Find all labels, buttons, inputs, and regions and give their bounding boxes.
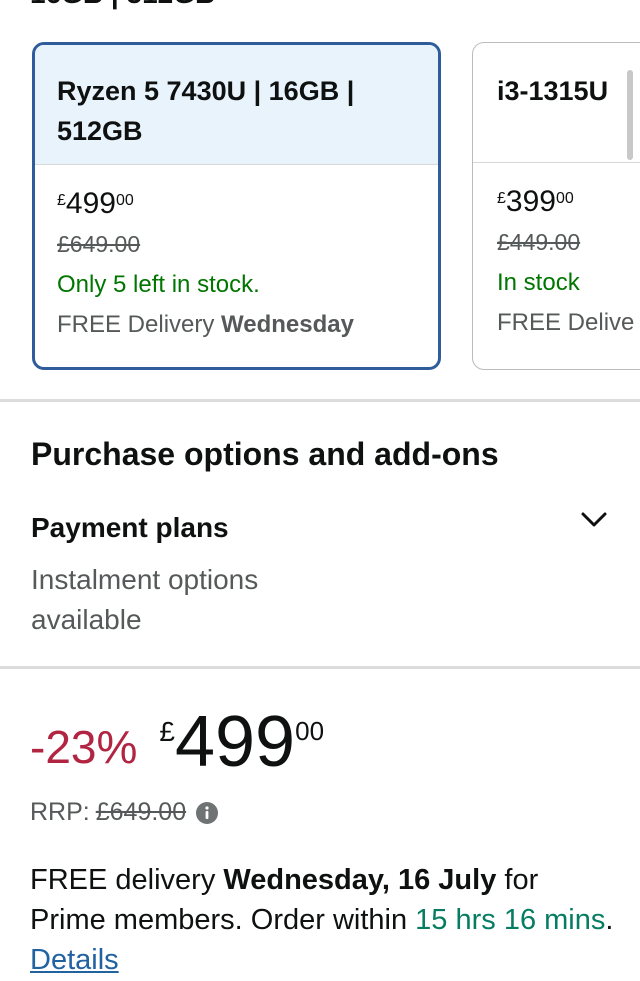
stock-status: In stock [497, 269, 580, 296]
delivery-prefix: FREE Delive [497, 309, 635, 336]
buybox-price: -23% £ 499 00 [30, 706, 324, 778]
rrp-label: RRP: [30, 798, 90, 826]
delivery-info: FREE Delivery Wednesday [57, 305, 416, 345]
variant-price: £ 399 00 [497, 187, 640, 223]
variant-carousel: Ryzen 5 7430U | 16GB | 512GB £ 499 00 £6… [0, 42, 640, 372]
variant-card-header: i3-1315U [473, 43, 640, 163]
payment-plans-subtitle: Instalment options available [31, 564, 259, 635]
price-whole: 499 [174, 702, 296, 782]
delivery-prefix: FREE Delivery [57, 311, 222, 338]
price-whole: 399 [505, 185, 556, 218]
delivery-date: Wednesday, 16 July [223, 864, 497, 896]
discount-percent: -23% [30, 721, 138, 773]
variant-price: £ 499 00 [57, 189, 416, 225]
variant-card-i3[interactable]: i3-1315U £ 399 00 £449.00 In stock FREE … [472, 42, 640, 370]
payment-plans-title[interactable]: Payment plans [31, 512, 229, 544]
variant-card-header: Ryzen 5 7430U | 16GB | 512GB [35, 45, 438, 165]
was-price: £649.00 [57, 231, 141, 257]
details-link[interactable]: Details [30, 944, 119, 976]
delivery-prefix: FREE delivery [30, 864, 224, 896]
rrp-line: RRP: £649.00 [30, 798, 219, 827]
rrp-value: £649.00 [95, 798, 187, 826]
purchase-options-title: Purchase options and add-ons [31, 436, 499, 472]
variant-card-body: £ 399 00 £449.00 In stock FREE Delive [473, 163, 640, 343]
variant-title: Ryzen 5 7430U | 16GB | 512GB [57, 76, 355, 146]
variant-card-ryzen-5[interactable]: Ryzen 5 7430U | 16GB | 512GB £ 499 00 £6… [32, 42, 441, 370]
section-divider [0, 399, 640, 402]
stock-status: Only 5 left in stock. [57, 271, 260, 298]
previous-variant-label: 16GB | 512GB [30, 0, 215, 10]
section-divider [0, 666, 640, 669]
chevron-down-icon[interactable] [580, 510, 608, 530]
variant-card-body: £ 499 00 £649.00 Only 5 left in stock. F… [35, 165, 438, 345]
info-icon[interactable] [196, 801, 219, 824]
delivery-day: Wednesday [221, 311, 354, 338]
price-symbol: £ [497, 190, 506, 207]
price-fraction: 00 [295, 716, 325, 746]
was-price: £449.00 [497, 229, 581, 255]
delivery-end: . [605, 904, 614, 936]
delivery-info: FREE Delive [497, 303, 640, 343]
price-fraction: 00 [555, 190, 574, 207]
price-whole: 499 [65, 187, 116, 220]
price-symbol: £ [57, 192, 66, 209]
price-fraction: 00 [115, 192, 134, 209]
price-symbol: £ [159, 716, 175, 747]
carousel-scrollbar[interactable] [627, 70, 633, 160]
variant-title: i3-1315U [497, 76, 609, 106]
delivery-countdown: 15 hrs 16 mins [415, 904, 606, 936]
delivery-message: FREE delivery Wednesday, 16 July for Pri… [30, 860, 620, 980]
